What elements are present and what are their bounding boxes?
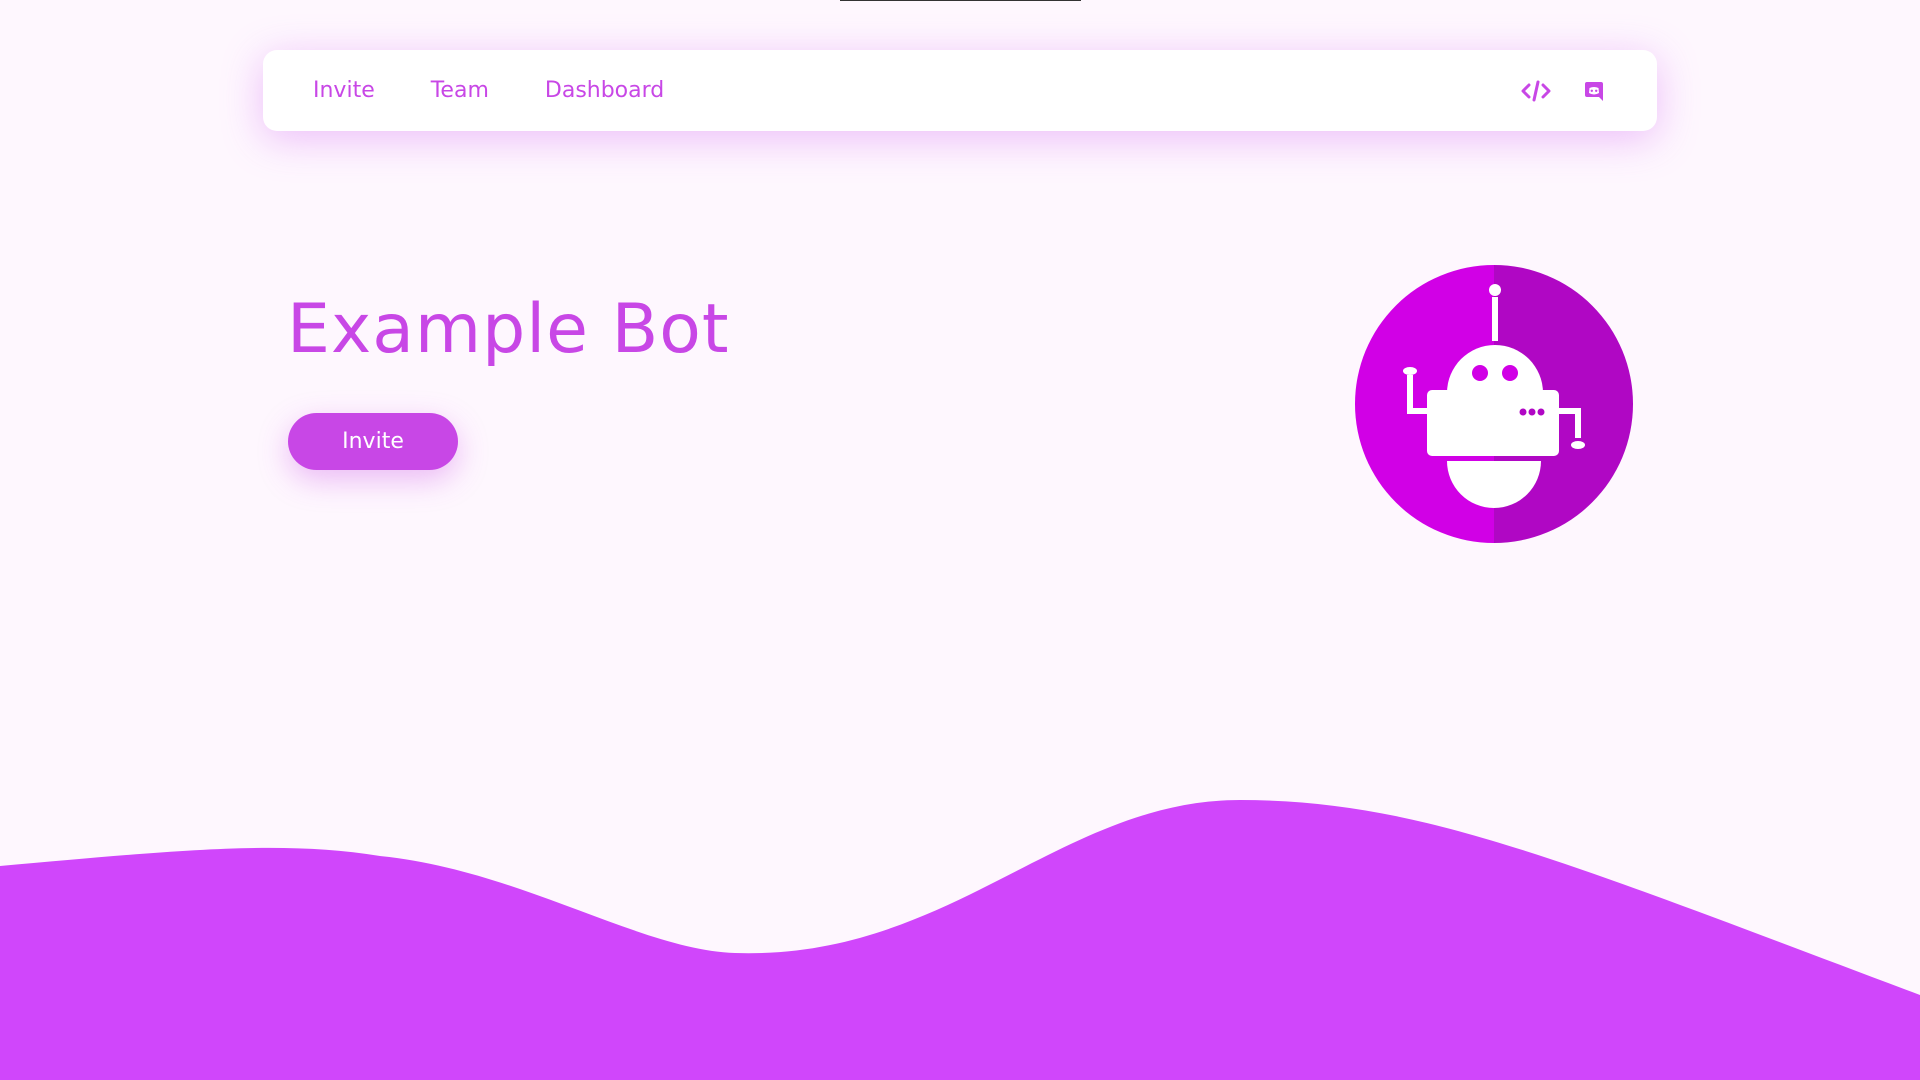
page: Invite Team Dashboard Example Bot Invite bbox=[0, 0, 1920, 1080]
decorative-wave bbox=[0, 800, 1920, 1080]
